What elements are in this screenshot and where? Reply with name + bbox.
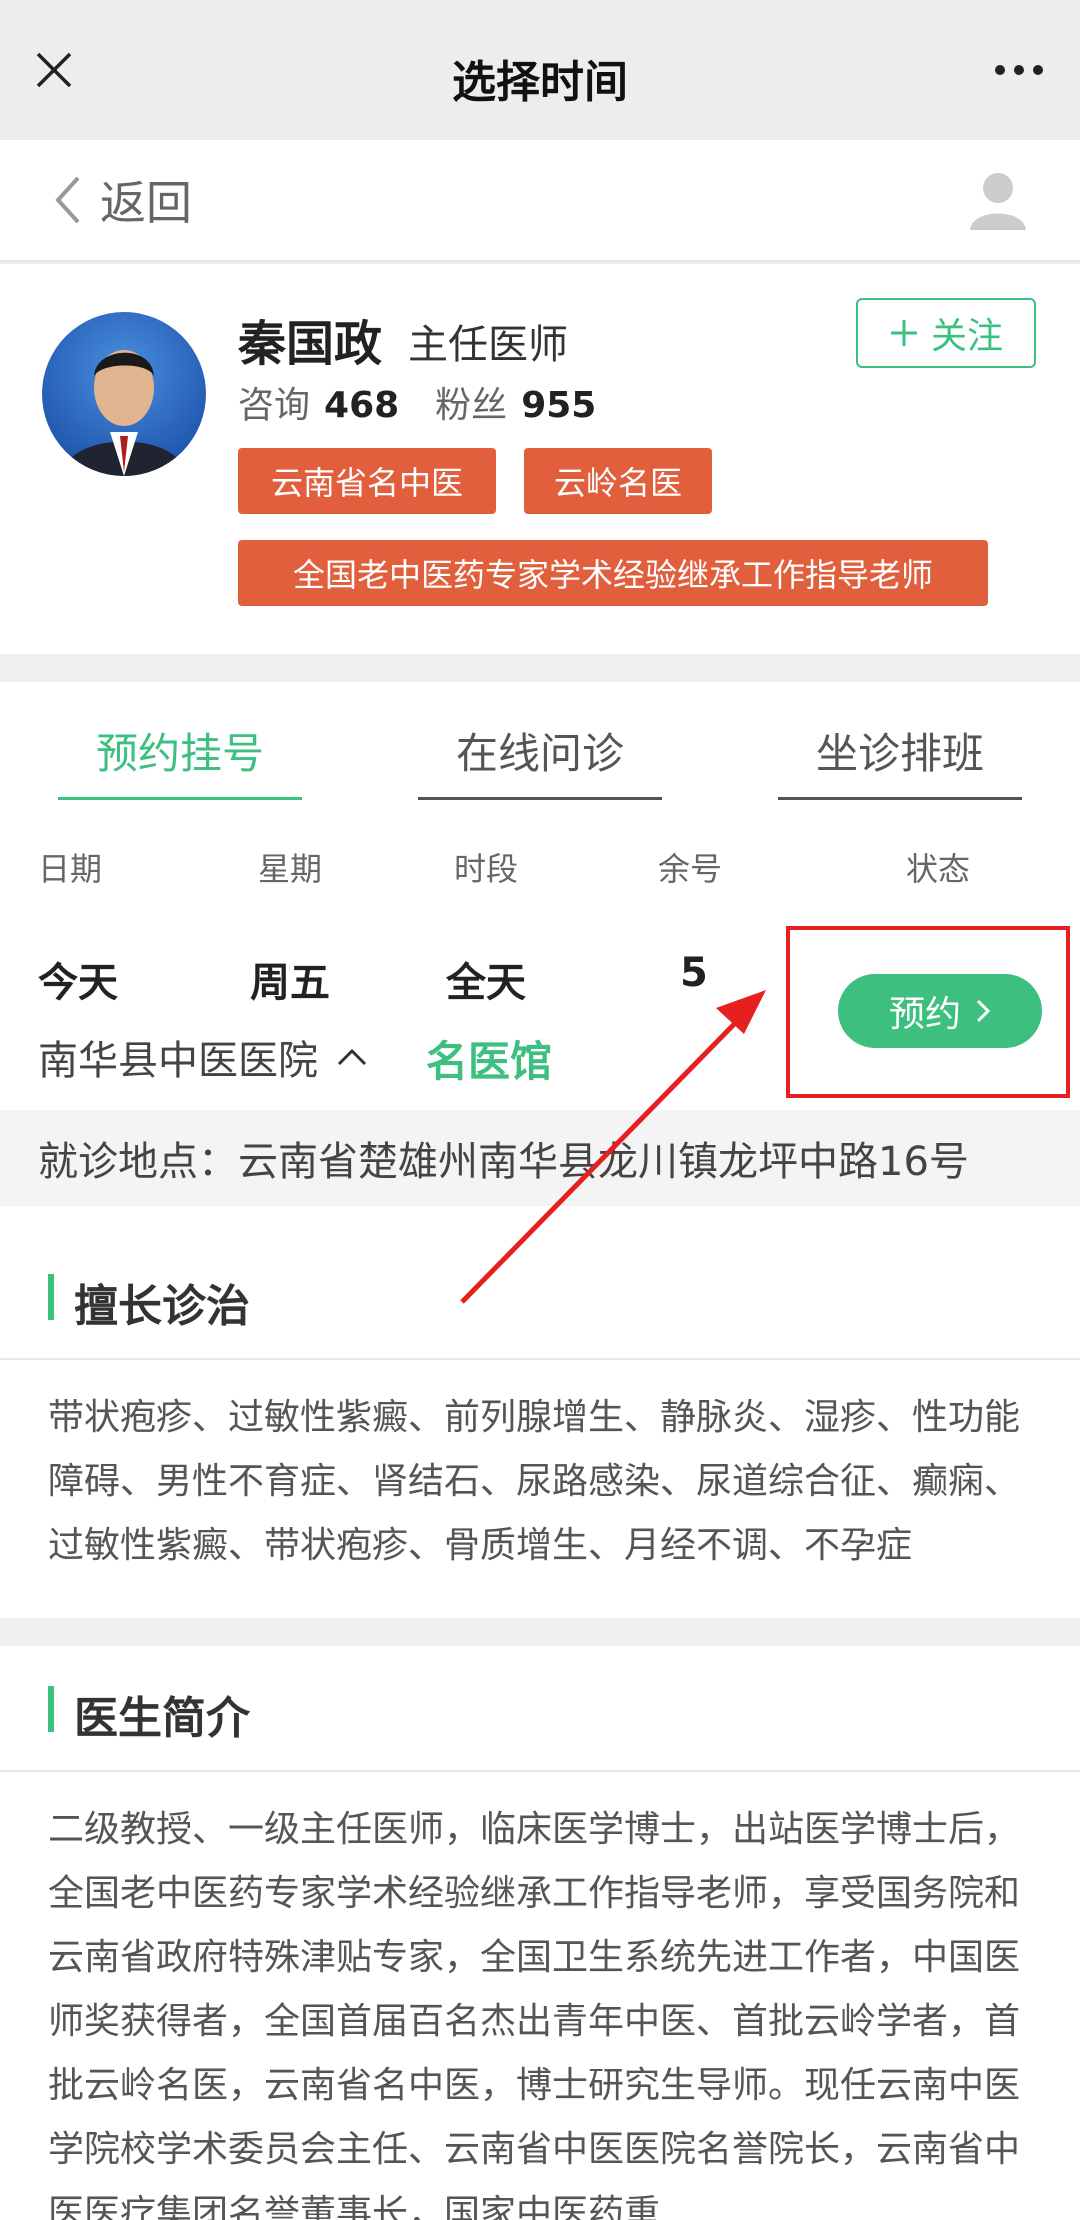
doctor-avatar xyxy=(42,312,206,476)
back-label: 返回 xyxy=(100,176,192,230)
header-status: 状态 xyxy=(906,850,971,888)
chevron-up-icon xyxy=(337,1048,367,1066)
header-remaining: 余号 xyxy=(658,850,723,888)
intro-header: 医生简介 xyxy=(0,1646,1080,1772)
section-accent-bar xyxy=(48,1686,54,1732)
annotation-highlight-box xyxy=(786,926,1070,1098)
page-title: 选择时间 xyxy=(452,57,628,108)
intro-title: 医生简介 xyxy=(74,1693,250,1744)
skills-section: 擅长诊治 带状疱疹、过敏性紫癜、前列腺增生、静脉炎、湿疹、性功能障碍、男性不育症… xyxy=(0,1234,1080,1618)
doctor-card: 秦国政 主任医师 关注 咨询 468 粉丝 955 云南省名中医 云岭名医 全国老中… xyxy=(0,264,1080,654)
tab-clinic-schedule[interactable]: 坐诊排班 xyxy=(778,720,1022,800)
intro-text: 二级教授、一级主任医师，临床医学博士，出站医学博士后，全国老中医药专家学术经验继… xyxy=(48,1809,1021,2220)
tab-appointment[interactable]: 预约挂号 xyxy=(58,720,302,800)
row-weekday: 周五 xyxy=(250,960,330,1006)
follow-button[interactable]: 关注 xyxy=(856,298,1036,368)
clinic-location: 就诊地点：云南省楚雄州南华县龙川镇龙坪中路16号 xyxy=(0,1110,1080,1206)
doctor-title: 主任医师 xyxy=(408,322,568,368)
clinic-link[interactable]: 名医馆 xyxy=(426,1028,552,1089)
skills-text: 带状疱疹、过敏性紫癜、前列腺增生、静脉炎、湿疹、性功能障碍、男性不育症、肾结石、… xyxy=(48,1397,1021,1566)
fans-count: 955 xyxy=(521,385,597,426)
doctor-stats: 咨询 468 粉丝 955 xyxy=(238,376,596,428)
follow-label: 关注 xyxy=(930,316,1003,357)
consult-count: 468 xyxy=(324,385,400,426)
top-bar: 选择时间 xyxy=(0,0,1080,140)
consult-stat: 咨询 468 xyxy=(238,376,399,428)
skills-header: 擅长诊治 xyxy=(0,1234,1080,1360)
header-date: 日期 xyxy=(38,850,103,888)
hospital-selector[interactable]: 南华县中医医院 xyxy=(38,1028,368,1086)
section-accent-bar xyxy=(48,1274,54,1320)
fans-label: 粉丝 xyxy=(435,385,508,426)
doctor-name: 秦国政 xyxy=(238,316,383,372)
user-icon[interactable] xyxy=(966,168,1030,232)
tab-online-consult[interactable]: 在线问诊 xyxy=(418,720,662,800)
more-icon[interactable] xyxy=(994,64,1044,76)
honor-tag: 云岭名医 xyxy=(524,448,712,514)
header-weekday: 星期 xyxy=(258,850,323,888)
row-remaining: 5 xyxy=(680,950,708,996)
honor-tag: 云南省名中医 xyxy=(238,448,496,514)
schedule-panel: 预约挂号 在线问诊 坐诊排班 日期 星期 时段 余号 状态 今天 周五 全天 5… xyxy=(0,682,1080,1302)
intro-section: 医生简介 二级教授、一级主任医师，临床医学博士，出站医学博士后，全国老中医药专家… xyxy=(0,1646,1080,2220)
chevron-left-icon xyxy=(55,176,80,224)
back-button[interactable]: 返回 xyxy=(52,170,192,230)
nav-bar: 返回 xyxy=(0,140,1080,262)
row-date: 今天 xyxy=(38,960,118,1006)
plus-icon xyxy=(890,320,917,346)
fans-stat: 粉丝 955 xyxy=(435,376,596,428)
consult-label: 咨询 xyxy=(238,385,311,426)
hospital-name: 南华县中医医院 xyxy=(38,1038,318,1084)
skills-title: 擅长诊治 xyxy=(74,1281,250,1332)
honor-tag: 全国老中医药专家学术经验继承工作指导老师 xyxy=(238,540,988,606)
row-period: 全天 xyxy=(446,960,526,1006)
header-period: 时段 xyxy=(454,850,519,888)
